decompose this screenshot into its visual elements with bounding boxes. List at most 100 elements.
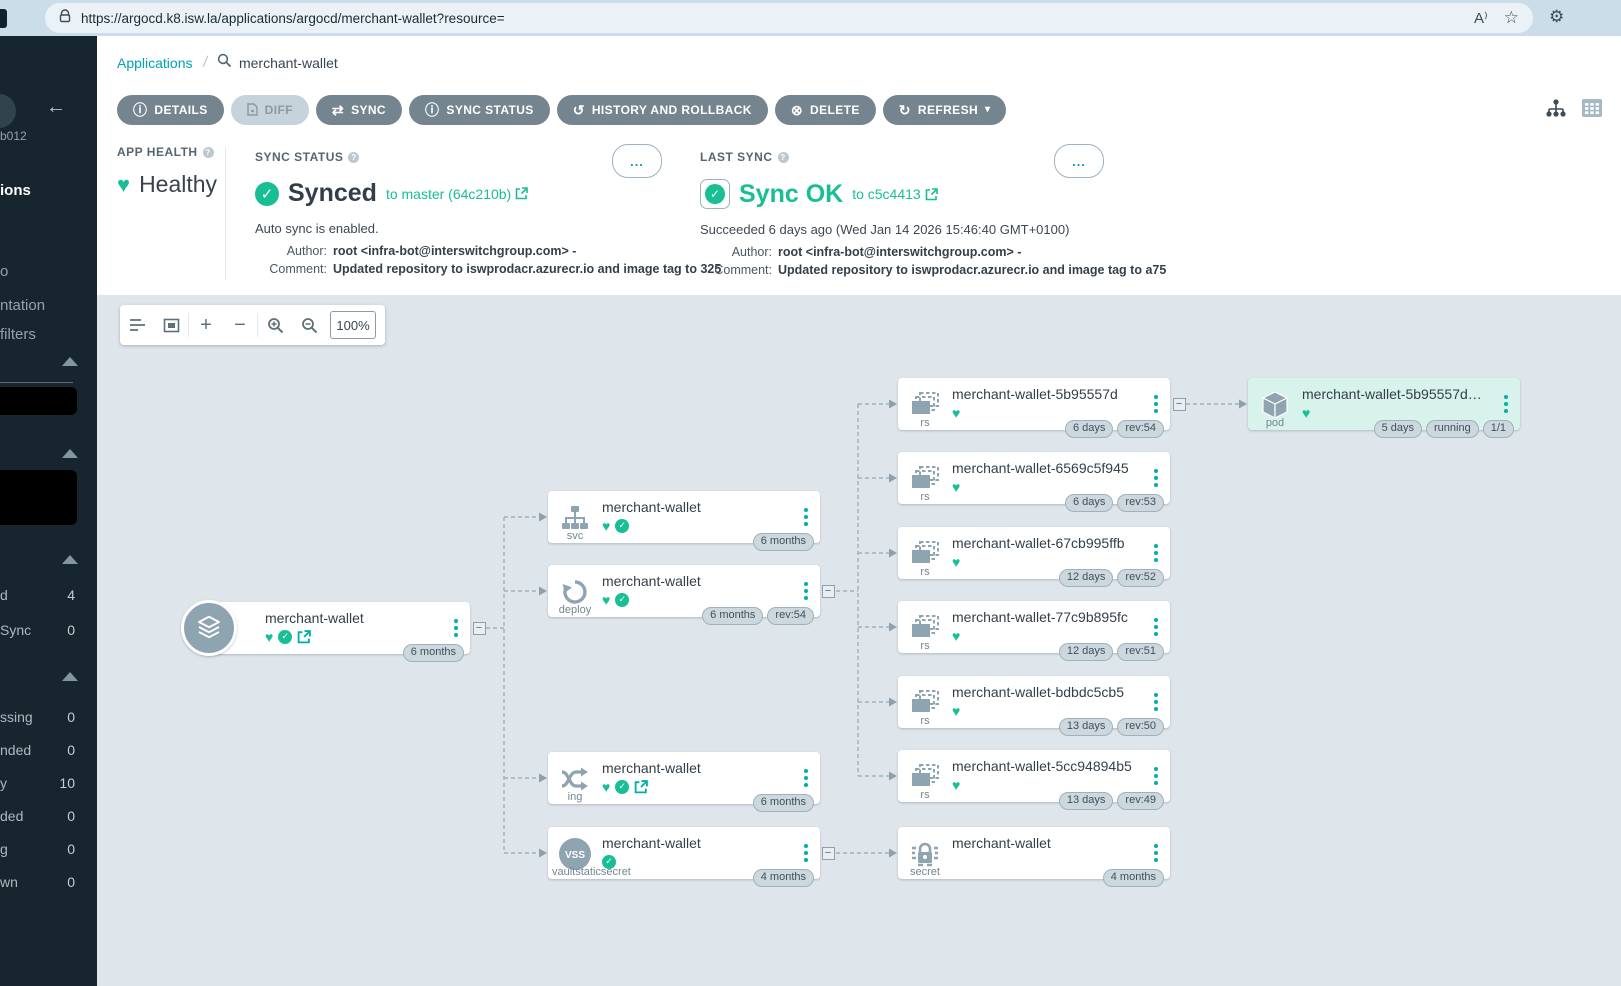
filter-label[interactable]: ssing	[0, 709, 33, 725]
application-icon[interactable]	[181, 600, 237, 656]
redacted-filter-chip[interactable]	[0, 387, 77, 415]
resource-node-rs[interactable]: merchant-wallet-5cc94894b5♥rs13 daysrev:…	[898, 750, 1170, 802]
tree-view-icon[interactable]	[1545, 98, 1567, 123]
help-icon[interactable]	[203, 147, 214, 158]
grid-view-icon[interactable]	[1581, 98, 1603, 123]
sync-status-button[interactable]: ⓘ SYNC STATUS	[409, 95, 550, 125]
sync-target-link[interactable]: to master (64c210b)	[386, 186, 528, 202]
node-menu-button[interactable]	[1151, 541, 1161, 565]
sync-button[interactable]: ⇄ SYNC	[316, 95, 402, 125]
author-label: Author:	[255, 244, 327, 258]
node-menu-button[interactable]	[801, 505, 811, 529]
help-icon[interactable]	[348, 152, 359, 163]
zoom-level-input[interactable]: 100%	[330, 311, 376, 339]
collapse-section-icon[interactable]	[62, 357, 78, 366]
last-sync-target-link[interactable]: to c5c4413	[852, 186, 938, 202]
refresh-button[interactable]: ↻ REFRESH ▾	[883, 95, 1007, 125]
filter-label[interactable]: g	[0, 841, 8, 857]
last-sync-target-text: to c5c4413	[852, 186, 921, 202]
node-menu-button[interactable]	[451, 616, 461, 640]
zoom-in-plus-icon[interactable]: +	[189, 314, 223, 337]
node-menu-button[interactable]	[801, 579, 811, 603]
breadcrumb-current[interactable]: merchant-wallet	[239, 55, 338, 71]
sidebar-item-documentation[interactable]: ntation	[0, 297, 45, 314]
app-health-label: APP HEALTH	[117, 145, 198, 159]
browser-settings-icon[interactable]: ⚙	[1549, 7, 1564, 27]
resource-name: merchant-wallet-5cc94894b5	[952, 758, 1134, 774]
resource-node-deploy[interactable]: merchant-wallet♥✓deploy6 monthsrev:54	[548, 565, 820, 617]
address-bar[interactable]: https://argocd.k8.isw.la/applications/ar…	[45, 3, 1533, 33]
healthy-heart-icon: ♥	[265, 630, 273, 644]
resource-node-ing[interactable]: merchant-wallet♥✓ing6 months	[548, 752, 820, 804]
resource-node-secret[interactable]: merchant-walletsecret4 months	[898, 827, 1170, 879]
node-menu-button[interactable]	[801, 766, 811, 790]
filter-label[interactable]: ded	[0, 808, 23, 824]
collapse-children-button[interactable]	[822, 847, 835, 860]
resource-node-svc[interactable]: merchant-wallet♥✓svc6 months	[548, 491, 820, 543]
filter-label[interactable]: wn	[0, 874, 18, 890]
filter-count: 0	[67, 841, 75, 857]
resource-node-rs[interactable]: merchant-wallet-77c9b895fc♥rs12 daysrev:…	[898, 601, 1170, 653]
sidebar-item-fragment[interactable]: o	[0, 263, 8, 280]
filter-count: 0	[67, 622, 75, 638]
filter-label[interactable]: y	[0, 775, 7, 791]
collapse-section-icon[interactable]	[62, 449, 78, 458]
collapse-children-button[interactable]	[473, 622, 486, 635]
collapse-section-icon[interactable]	[62, 555, 78, 564]
node-menu-button[interactable]	[1151, 615, 1161, 639]
collapse-children-button[interactable]	[822, 585, 835, 598]
details-button[interactable]: ⓘ DETAILS	[117, 95, 224, 125]
sync-button-label: SYNC	[351, 103, 386, 117]
breadcrumb-applications-link[interactable]: Applications	[117, 55, 193, 71]
last-sync-value: Sync OK	[739, 180, 843, 209]
resource-badge: rev:49	[1117, 792, 1164, 810]
resource-node-rs[interactable]: merchant-wallet-5b95557d♥rs6 daysrev:54	[898, 378, 1170, 430]
filter-label[interactable]: nded	[0, 742, 31, 758]
delete-button[interactable]: ⊗ DELETE	[775, 95, 876, 125]
resource-kind-label: rs	[898, 491, 952, 503]
resource-node-vss[interactable]: VSSmerchant-wallet✓vaultstaticsecret4 mo…	[548, 827, 820, 879]
node-menu-button[interactable]	[1151, 392, 1161, 416]
diff-button-label: DIFF	[265, 103, 293, 117]
node-menu-button[interactable]	[1151, 690, 1161, 714]
filter-label[interactable]: Sync	[0, 622, 31, 638]
zoom-out-minus-icon[interactable]: −	[223, 314, 257, 337]
node-menu-button[interactable]	[801, 841, 811, 865]
node-menu-button[interactable]	[1151, 466, 1161, 490]
resource-kind-label: rs	[898, 566, 952, 578]
resource-badge: 6 days	[1065, 494, 1113, 512]
magnifier-plus-icon[interactable]	[258, 317, 292, 334]
magnifier-minus-icon[interactable]	[292, 317, 326, 334]
external-link-icon[interactable]	[634, 780, 648, 794]
filter-label[interactable]: d	[0, 587, 8, 603]
resource-badge: 5 days	[1374, 420, 1422, 438]
resource-node-pod[interactable]: merchant-wallet-5b95557d-g...♥pod5 daysr…	[1248, 378, 1520, 430]
read-aloud-icon[interactable]: A⁾	[1474, 9, 1488, 27]
favorite-star-icon[interactable]: ☆	[1504, 8, 1519, 28]
help-icon[interactable]	[778, 152, 789, 163]
resource-node-rs[interactable]: merchant-wallet-6569c5f945♥rs6 daysrev:5…	[898, 452, 1170, 504]
node-menu-button[interactable]	[1151, 841, 1161, 865]
resource-kind-label: svc	[548, 530, 602, 542]
external-link-icon[interactable]	[297, 630, 311, 644]
resource-node-application[interactable]: merchant-wallet♥✓6 months	[205, 602, 470, 654]
resource-node-rs[interactable]: merchant-wallet-67cb995ffb♥rs12 daysrev:…	[898, 527, 1170, 579]
last-sync-menu-button[interactable]: ...	[1054, 144, 1104, 178]
collapse-children-button[interactable]	[1173, 398, 1186, 411]
sidebar-item-applications[interactable]: ions	[0, 182, 31, 199]
collapse-section-icon[interactable]	[62, 672, 78, 681]
fit-to-screen-icon[interactable]	[154, 318, 188, 333]
history-rollback-button[interactable]: ↺ HISTORY AND ROLLBACK	[557, 95, 768, 125]
collapse-sidebar-icon[interactable]: ←	[46, 96, 66, 119]
search-icon[interactable]	[217, 53, 232, 73]
url-text[interactable]: https://argocd.k8.isw.la/applications/ar…	[81, 11, 1474, 26]
sync-ok-check-icon: ✓	[700, 179, 730, 209]
diff-button[interactable]: DIFF	[231, 95, 309, 125]
sync-status-menu-button[interactable]: ...	[612, 144, 662, 178]
node-menu-button[interactable]	[1151, 764, 1161, 788]
layout-list-icon[interactable]	[120, 318, 154, 332]
node-menu-button[interactable]	[1501, 392, 1511, 416]
resource-node-rs[interactable]: merchant-wallet-bdbdc5cb5♥rs13 daysrev:5…	[898, 676, 1170, 728]
synced-check-icon: ✓	[255, 182, 279, 206]
redacted-filter-chip[interactable]	[0, 470, 77, 525]
